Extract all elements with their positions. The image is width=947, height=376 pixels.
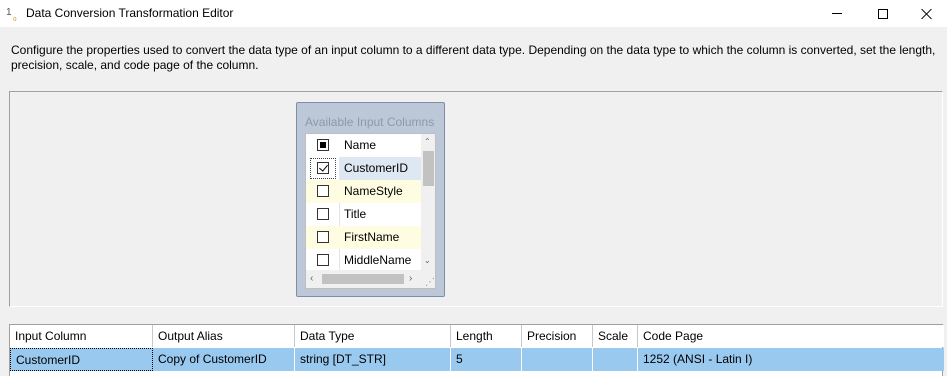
header-input-column[interactable]: Input Column	[10, 325, 153, 347]
scroll-down-icon[interactable]: ⌄	[424, 256, 431, 265]
name-column-header: Name	[339, 134, 421, 157]
description-text: Configure the properties used to convert…	[11, 43, 936, 72]
middlename-checkbox[interactable]	[317, 254, 329, 266]
cell-precision[interactable]	[522, 348, 593, 371]
data-conversion-icon: 1₀	[6, 7, 17, 22]
header-scale[interactable]: Scale	[593, 325, 638, 347]
vertical-scrollbar[interactable]: ⌃ ⌄	[421, 134, 435, 270]
title-checkbox[interactable]	[317, 208, 329, 220]
conversion-grid[interactable]: Input Column Output Alias Data Type Leng…	[9, 324, 944, 376]
header-output-alias[interactable]: Output Alias	[153, 325, 295, 347]
scroll-left-icon[interactable]: ‹	[310, 273, 313, 284]
header-length[interactable]: Length	[451, 325, 522, 347]
maximize-button[interactable]	[860, 0, 906, 27]
cell-length[interactable]: 5	[451, 348, 522, 371]
close-button[interactable]	[904, 0, 947, 27]
list-item-label: CustomerID	[339, 157, 421, 180]
scroll-right-icon[interactable]: ›	[409, 273, 412, 284]
maximize-icon	[878, 8, 888, 19]
header-code-page[interactable]: Code Page	[638, 325, 944, 347]
grid-header-row: Input Column Output Alias Data Type Leng…	[10, 325, 944, 347]
list-item-firstname[interactable]: FirstName	[306, 226, 421, 249]
window-title: Data Conversion Transformation Editor	[26, 6, 234, 20]
list-item-customerid[interactable]: CustomerID	[306, 157, 421, 180]
table-row[interactable]: CustomerID Copy of CustomerID string [DT…	[10, 348, 944, 371]
designer-canvas[interactable]	[9, 91, 943, 307]
select-all-checkbox[interactable]	[317, 139, 329, 151]
cell-output-alias[interactable]: Copy of CustomerID	[153, 348, 295, 371]
list-item-label: Title	[344, 207, 367, 221]
available-columns-list[interactable]: Name CustomerID NameStyle Title FirstNam…	[305, 133, 436, 289]
cell-data-type[interactable]: string [DT_STR]	[295, 348, 451, 371]
available-columns-title: Available Input Columns	[305, 115, 435, 129]
minimize-icon	[832, 13, 842, 14]
horizontal-scroll-thumb[interactable]	[322, 274, 404, 284]
customerid-checkbox[interactable]	[317, 162, 329, 174]
resize-grip-icon[interactable]	[421, 270, 435, 288]
firstname-checkbox[interactable]	[317, 231, 329, 243]
cell-input-column[interactable]: CustomerID	[10, 348, 153, 371]
list-header-row: Name	[306, 134, 421, 157]
title-bar: 1₀ Data Conversion Transformation Editor	[0, 0, 947, 27]
cell-scale[interactable]	[593, 348, 638, 371]
header-precision[interactable]: Precision	[522, 325, 593, 347]
list-item-label: FirstName	[344, 230, 400, 244]
scroll-up-icon[interactable]: ⌃	[424, 137, 431, 146]
minimize-button[interactable]	[814, 0, 860, 27]
list-item-middlename[interactable]: MiddleName	[306, 249, 421, 272]
cell-code-page[interactable]: 1252 (ANSI - Latin I)	[638, 348, 944, 371]
horizontal-scrollbar[interactable]: ‹ ›	[306, 270, 421, 288]
list-item-label: MiddleName	[344, 253, 412, 267]
header-data-type[interactable]: Data Type	[295, 325, 451, 347]
list-item-namestyle[interactable]: NameStyle	[306, 180, 421, 203]
namestyle-checkbox[interactable]	[317, 185, 329, 197]
list-item-label: NameStyle	[344, 184, 403, 198]
list-item-title[interactable]: Title	[306, 203, 421, 226]
vertical-scroll-thumb[interactable]	[423, 151, 434, 186]
close-icon	[921, 8, 933, 20]
